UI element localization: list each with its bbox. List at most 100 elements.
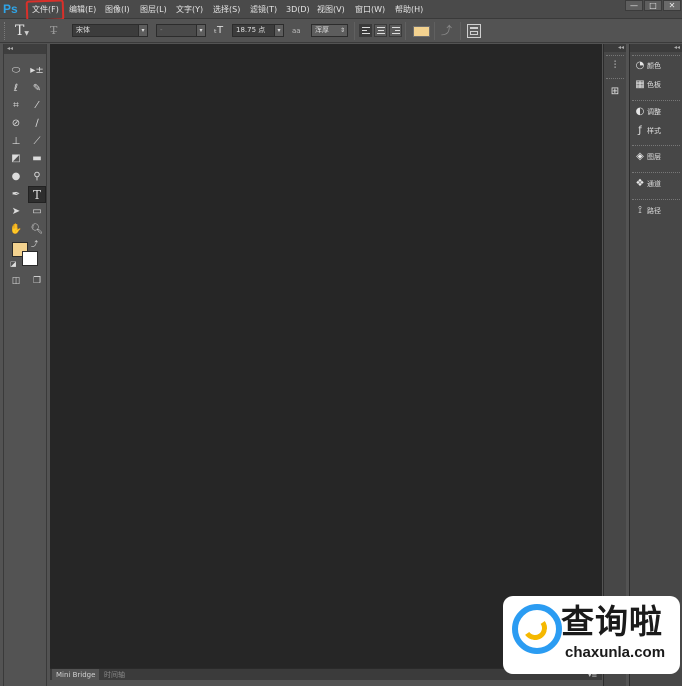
text-color-swatch[interactable] — [413, 26, 430, 37]
separator — [632, 172, 680, 174]
menu-type[interactable]: 文字(Y) — [176, 3, 203, 17]
menu-window[interactable]: 窗口(W) — [355, 3, 385, 17]
align-left-button[interactable] — [359, 24, 372, 37]
font-family-select[interactable]: 宋体 ▾ — [72, 24, 148, 37]
panel-styles[interactable]: ƒ 样式 — [633, 123, 681, 139]
zoom-icon[interactable]: 🔍︎ — [28, 221, 46, 238]
menu-layer[interactable]: 图层(L) — [140, 3, 167, 17]
magic-wand-icon[interactable]: ✎ — [28, 80, 46, 97]
eyedropper-icon[interactable]: ⁄ — [28, 97, 46, 114]
separator — [632, 145, 680, 147]
properties-panel-icon[interactable]: ⊞ — [607, 84, 623, 100]
menu-3d[interactable]: 3D(D) — [286, 3, 310, 17]
channels-icon: ❖ — [635, 178, 645, 189]
type-icon[interactable]: T — [28, 186, 46, 203]
anti-alias-select[interactable]: 浑厚 ⇕ — [311, 24, 348, 37]
align-center-button[interactable] — [374, 24, 387, 37]
marquee-icon[interactable]: ⬭ — [7, 62, 25, 79]
history-panel-icon[interactable]: ⫶ — [607, 58, 623, 74]
watermark-url: chaxunla.com — [565, 644, 666, 661]
watermark-logo: 查询啦 chaxunla.com — [503, 596, 680, 674]
separator — [632, 55, 680, 57]
photoshop-logo: Ps — [3, 2, 18, 16]
crop-icon[interactable]: ⌗ — [7, 97, 25, 114]
character-panel-toggle-icon[interactable] — [467, 24, 481, 38]
menu-edit[interactable]: 编辑(E) — [69, 3, 96, 17]
panel-adjustments[interactable]: ◐ 调整 — [633, 104, 681, 120]
color-icon: ◔ — [635, 60, 645, 71]
align-right-button[interactable] — [389, 24, 402, 37]
separator — [632, 199, 680, 201]
paths-icon: ⟟ — [638, 205, 642, 216]
default-colors-icon[interactable]: ◪ — [10, 260, 17, 268]
panel-color[interactable]: ◔ 颜色 — [633, 58, 681, 74]
hand-icon[interactable]: ✋ — [7, 221, 25, 238]
panel-label: 色板 — [647, 81, 661, 89]
menu-bar: Ps 文件(F) 编辑(E) 图像(I) 图层(L) 文字(Y) 选择(S) 滤… — [0, 0, 682, 22]
menu-select[interactable]: 选择(S) — [213, 3, 240, 17]
minimize-button[interactable]: — — [625, 0, 643, 11]
move-icon[interactable]: ▸± — [28, 62, 46, 79]
panel-label: 图层 — [647, 153, 661, 161]
restore-button[interactable]: □ — [644, 0, 662, 11]
font-family-value: 宋体 — [76, 26, 90, 34]
path-selection-icon[interactable]: ➤ — [7, 203, 25, 220]
history-brush-icon[interactable]: ⟋ — [28, 133, 46, 150]
toolbox: ◂◂ ⬭ ▸± ℓ ✎ ⌗ ⁄ ⊘ ∕ ⊥ ⟋ ◩ ▬ ● ⚲ ✒ T ➤ ▭ … — [3, 44, 47, 686]
toolbox-collapse-icon[interactable]: ◂◂ — [4, 44, 46, 54]
menu-view[interactable]: 视图(V) — [317, 3, 345, 17]
blur-icon[interactable]: ● — [7, 168, 25, 185]
eraser-icon[interactable]: ◩ — [7, 150, 25, 167]
swap-colors-icon[interactable]: ⤴ — [31, 239, 38, 249]
chevron-down-icon: ▼ — [24, 30, 29, 37]
separator — [405, 22, 406, 40]
layers-icon: ◈ — [636, 151, 644, 162]
font-size-select[interactable]: 18.75 点 ▾ — [232, 24, 284, 37]
canvas-area[interactable] — [50, 44, 602, 668]
close-button[interactable]: ✕ — [663, 0, 681, 11]
clone-stamp-icon[interactable]: ⊥ — [7, 133, 25, 150]
menu-help[interactable]: 帮助(H) — [395, 3, 423, 17]
font-style-select[interactable]: - ▾ — [156, 24, 206, 37]
rectangle-icon[interactable]: ▭ — [28, 203, 46, 220]
menu-image[interactable]: 图像(I) — [105, 3, 130, 17]
gradient-icon[interactable]: ▬ — [28, 150, 46, 167]
type-tool-icon: T — [15, 23, 25, 39]
pen-icon[interactable]: ✒ — [7, 186, 25, 203]
dodge-icon[interactable]: ⚲ — [28, 168, 46, 185]
swatches-icon: ▦ — [635, 79, 645, 90]
separator — [354, 22, 355, 40]
panel-label: 路径 — [647, 207, 661, 215]
separator — [606, 55, 624, 57]
chevron-down-icon: ▾ — [274, 24, 284, 37]
text-orientation-icon[interactable]: T̶ — [50, 22, 66, 40]
options-bar-grip[interactable] — [4, 22, 8, 40]
chevron-down-icon: ▾ — [138, 24, 148, 37]
background-color-swatch[interactable] — [22, 251, 38, 266]
menu-filter[interactable]: 滤镜(T) — [250, 3, 277, 17]
watermark-title: 查询啦 — [561, 602, 663, 641]
healing-brush-icon[interactable]: ⊘ — [7, 115, 25, 132]
dock-collapse-icon[interactable]: ◂◂ — [604, 44, 626, 52]
timeline-tab[interactable]: 时间轴 — [100, 669, 129, 681]
lasso-icon[interactable]: ℓ — [7, 80, 25, 97]
anti-alias-value: 浑厚 — [315, 26, 329, 34]
tool-preset-picker[interactable]: T▼ — [15, 22, 37, 40]
align-left-icon — [362, 27, 370, 36]
screen-mode-icon[interactable]: ❐ — [28, 273, 46, 290]
separator — [434, 22, 435, 40]
panel-label: 颜色 — [647, 62, 661, 70]
panel-paths[interactable]: ⟟ 路径 — [633, 203, 681, 219]
right-dock-narrow: ◂◂ ⫶ ⊞ — [603, 44, 626, 686]
panel-swatches[interactable]: ▦ 色板 — [633, 77, 681, 93]
styles-icon: ƒ — [638, 125, 642, 136]
separator — [632, 100, 680, 102]
panel-layers[interactable]: ◈ 图层 — [633, 149, 681, 165]
panel-channels[interactable]: ❖ 通道 — [633, 176, 681, 192]
warp-text-icon[interactable]: ⤴ — [441, 23, 455, 39]
quick-mask-icon[interactable]: ◫ — [7, 273, 25, 290]
mini-bridge-tab[interactable]: Mini Bridge — [52, 669, 100, 681]
brush-icon[interactable]: ∕ — [28, 115, 46, 132]
dock-collapse-icon[interactable]: ◂◂ — [630, 44, 682, 52]
font-size-value: 18.75 点 — [236, 26, 266, 34]
